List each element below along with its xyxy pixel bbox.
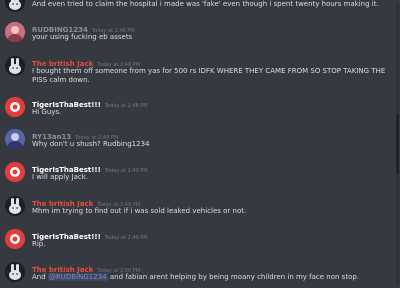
rabbit-avatar-icon: [5, 0, 25, 12]
message-text: Why don't u shush? Rudbing1234: [32, 140, 150, 148]
message-text: And even tried to claim the hospital i m…: [32, 0, 379, 8]
message-text: I bought them off someone from yas for 5…: [32, 67, 386, 84]
user-avatar[interactable]: [5, 229, 25, 249]
message-text: And @RUDBING1234 and fabian arent helpin…: [32, 273, 391, 282]
user-avatar[interactable]: [5, 129, 25, 149]
user-mention[interactable]: @RUDBING1234: [47, 273, 108, 281]
user-avatar[interactable]: [5, 22, 25, 42]
user-avatar[interactable]: [5, 262, 25, 282]
user-avatar[interactable]: [5, 0, 25, 12]
message-text-part: And: [32, 273, 48, 281]
chat-message-list: And even tried to claim the hospital i m…: [0, 0, 400, 288]
pink-avatar-icon: [5, 22, 25, 42]
red-avatar-icon: [5, 97, 25, 117]
rabbit-avatar-icon: [5, 56, 25, 76]
rabbit-avatar-icon: [5, 196, 25, 216]
red-avatar-icon: [5, 229, 25, 249]
message-text: Mhm im trying to find out if i was sold …: [32, 207, 247, 215]
message-text-part: and fabian arent helping by being moany …: [107, 273, 360, 281]
scrollbar-thumb[interactable]: [396, 114, 399, 174]
red-avatar-icon: [5, 162, 25, 182]
user-avatar[interactable]: [5, 97, 25, 117]
message-text: I will apply Jack.: [32, 173, 89, 181]
blue-avatar-icon: [5, 129, 25, 149]
user-avatar[interactable]: [5, 56, 25, 76]
scrollbar-track[interactable]: [396, 4, 399, 284]
message-text: Rip.: [32, 240, 46, 248]
user-avatar[interactable]: [5, 196, 25, 216]
message-text: Hi Guys.: [32, 108, 62, 116]
rabbit-avatar-icon: [5, 262, 25, 282]
message-text: your using fucking eb assets: [32, 33, 133, 41]
user-avatar[interactable]: [5, 162, 25, 182]
